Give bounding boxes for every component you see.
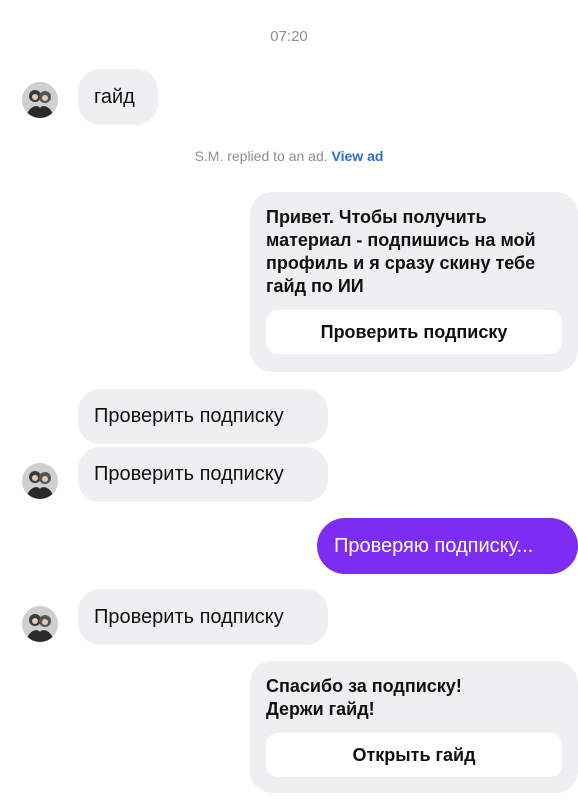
incoming-message-bubble[interactable]: Проверить подписку: [78, 389, 328, 444]
avatar-photo-icon: [22, 463, 58, 499]
card-message-text: Спасибо за подписку! Держи гайд!: [266, 676, 462, 719]
avatar-photo-icon: [22, 82, 58, 118]
incoming-message-bubble[interactable]: Проверить подписку: [78, 589, 328, 645]
contact-avatar[interactable]: [22, 463, 58, 499]
contact-avatar[interactable]: [22, 82, 58, 118]
check-subscription-button[interactable]: Проверить подписку: [266, 310, 562, 354]
ad-reply-notice: S.M. replied to an ad. View ad: [0, 148, 578, 164]
avatar-photo-icon: [22, 606, 58, 642]
open-guide-button[interactable]: Открыть гайд: [266, 733, 562, 777]
outgoing-card-message: Привет. Чтобы получить материал - подпиш…: [250, 192, 578, 372]
ad-reply-notice-text: S.M. replied to an ad.: [194, 148, 328, 164]
message-timestamp: 07:20: [270, 28, 308, 45]
contact-avatar[interactable]: [22, 606, 58, 642]
view-ad-link[interactable]: View ad: [332, 148, 384, 164]
incoming-message-bubble[interactable]: Проверить подписку: [78, 447, 328, 502]
outgoing-card-message: Спасибо за подписку! Держи гайд! Открыть…: [250, 661, 578, 793]
outgoing-message-bubble[interactable]: Проверяю подписку...: [317, 518, 578, 574]
incoming-message-bubble[interactable]: гайд: [78, 69, 158, 125]
card-message-text: Привет. Чтобы получить материал - подпиш…: [266, 207, 536, 296]
